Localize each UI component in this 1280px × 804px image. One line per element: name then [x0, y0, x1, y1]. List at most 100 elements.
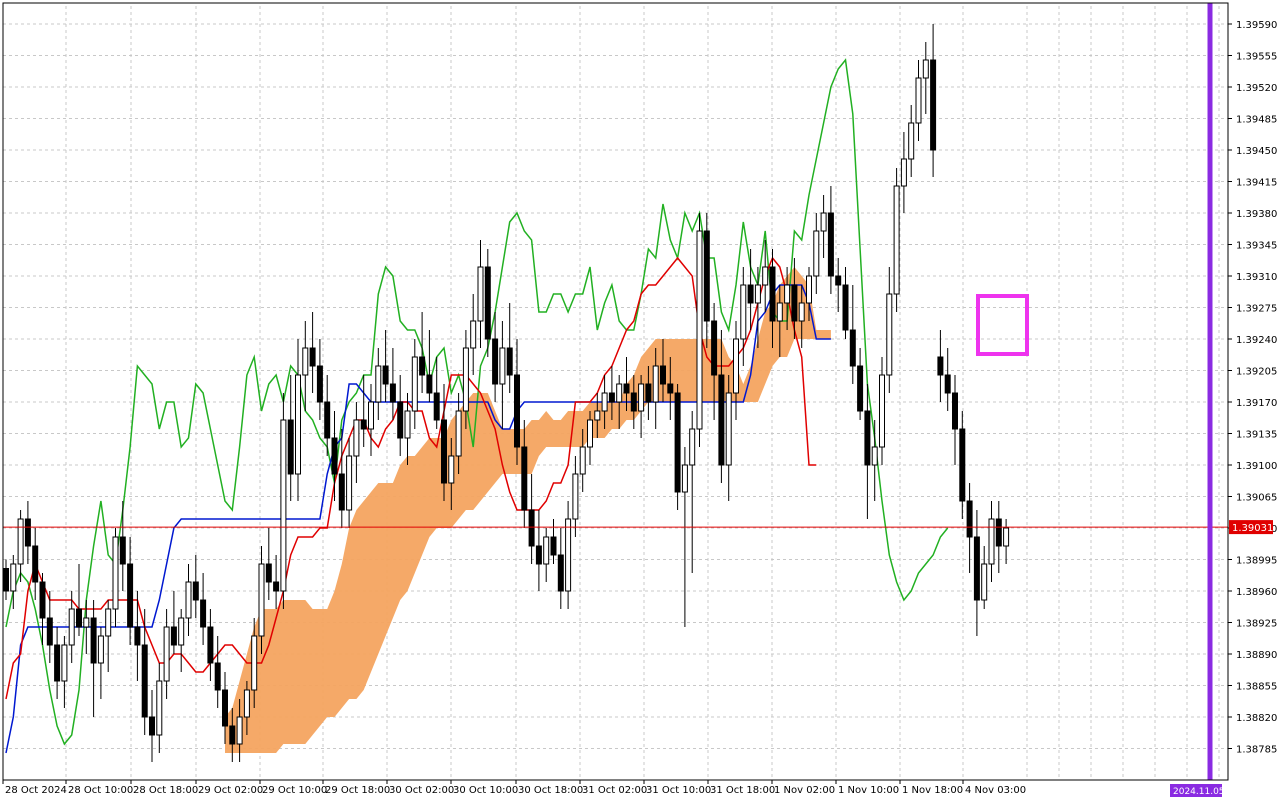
candle-body: [105, 608, 112, 637]
candle: [149, 690, 155, 762]
candle-body: [397, 401, 404, 439]
candle: [849, 285, 856, 384]
candle-body: [324, 401, 331, 439]
candle: [316, 339, 323, 420]
candle-body: [601, 392, 608, 412]
candle: [141, 609, 148, 735]
candle-body: [426, 374, 433, 394]
candle-body: [550, 536, 557, 556]
candle-body: [616, 383, 623, 403]
candle-body: [543, 536, 550, 565]
candle: [689, 411, 696, 573]
candle-body: [156, 680, 163, 736]
plot-frame: [2, 2, 1229, 781]
y-tick-label: 1.39345: [1236, 241, 1277, 252]
candle: [32, 528, 39, 600]
candle: [492, 312, 499, 402]
candle: [411, 339, 418, 429]
x-tick-label: 31 Oct 10:00: [646, 785, 711, 796]
candle-body: [806, 275, 812, 304]
candle-body: [419, 356, 426, 376]
candle-body: [981, 563, 988, 601]
candle-body: [674, 392, 681, 493]
candle-body: [433, 392, 440, 421]
ichimoku-chart[interactable]: 1.39590 1.39555 1.39520 1.39485 1.39450 1.394…: [0, 0, 1280, 800]
candle-body: [360, 419, 367, 430]
candle: [76, 564, 82, 636]
candle: [930, 24, 937, 177]
candle-body: [295, 374, 301, 475]
candle: [163, 609, 170, 699]
candle-body: [769, 266, 776, 322]
candle-body: [265, 563, 272, 583]
overlays: [3, 3, 1228, 780]
candle: [192, 555, 199, 618]
candle: [995, 501, 1002, 573]
candle: [24, 501, 31, 564]
candle-body: [557, 554, 564, 592]
candle: [287, 375, 294, 501]
candle-body: [908, 122, 915, 160]
candle-body: [149, 716, 155, 736]
candle-body: [68, 608, 75, 646]
candle: [543, 528, 550, 582]
candle: [981, 546, 988, 609]
candle-body: [645, 383, 652, 403]
candle: [46, 591, 53, 663]
candle: [674, 384, 681, 510]
candle-body: [134, 626, 141, 646]
y-tick-label: 1.38960: [1236, 587, 1277, 598]
candle: [703, 213, 710, 348]
candle-body: [338, 473, 345, 511]
candle-body: [572, 473, 579, 520]
y-tick-label: 1.39135: [1236, 430, 1277, 441]
candle-body: [638, 383, 645, 412]
candle-body: [754, 284, 761, 304]
x-tick-label: 4 Nov 03:00: [965, 785, 1026, 796]
candle: [397, 375, 404, 456]
y-tick-label: 1.38925: [1236, 619, 1277, 630]
candle-body: [389, 383, 396, 403]
chart-canvas[interactable]: 1.39590 1.39555 1.39520 1.39485 1.39450 1.394…: [0, 0, 1280, 800]
candle: [879, 357, 885, 465]
candle-body: [3, 568, 9, 592]
y-tick-label: 1.39310: [1236, 272, 1277, 283]
candle: [302, 321, 309, 411]
candle: [54, 627, 61, 699]
candle: [419, 312, 426, 393]
candle-body: [506, 347, 513, 376]
candle-body: [127, 563, 134, 628]
candle-body: [857, 365, 864, 412]
candle-body: [579, 446, 586, 475]
candle: [915, 60, 922, 141]
candle: [17, 510, 24, 582]
x-tick-label: 30 Oct 18:00: [518, 785, 583, 796]
candle-body: [83, 617, 90, 628]
y-tick-label: 1.38890: [1236, 650, 1277, 661]
candle: [185, 564, 192, 636]
candle-body: [827, 212, 834, 277]
candle-body: [944, 374, 951, 394]
candle-body: [835, 275, 842, 286]
candle: [528, 474, 535, 564]
candle-body: [988, 518, 995, 565]
candle-body: [411, 356, 418, 412]
candle: [112, 528, 119, 627]
candle: [280, 393, 287, 609]
candle-body: [820, 212, 827, 232]
candle-body: [879, 374, 885, 448]
candle: [696, 213, 703, 447]
candle-body: [448, 455, 455, 484]
candle-body: [46, 617, 53, 646]
y-tick-label: 1.38995: [1236, 556, 1277, 567]
candle-body: [791, 284, 798, 322]
candle-body: [251, 635, 258, 691]
candle-body: [521, 446, 528, 511]
candle: [908, 105, 915, 177]
candle: [1003, 519, 1010, 564]
candle: [3, 559, 9, 600]
candle-body: [798, 302, 805, 322]
candle-body: [623, 383, 630, 394]
candle: [360, 375, 367, 447]
candle-body: [922, 59, 929, 79]
